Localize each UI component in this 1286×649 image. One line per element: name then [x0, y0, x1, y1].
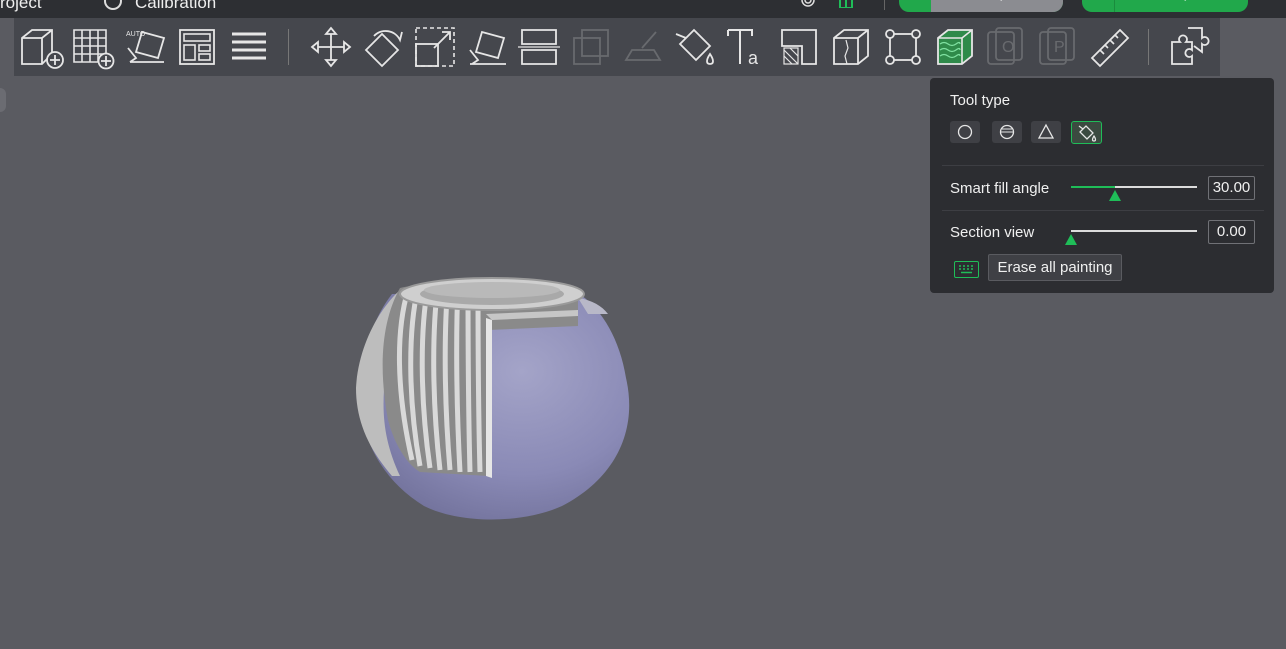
- arrange-icon: [179, 29, 215, 65]
- lay-on-face-icon: [469, 30, 506, 65]
- model-bowl[interactable]: [352, 270, 634, 526]
- svg-text:O: O: [1002, 39, 1014, 56]
- svg-text:P: P: [1054, 39, 1065, 56]
- brim-ears-button[interactable]: [828, 24, 874, 70]
- arrange-button[interactable]: [174, 24, 220, 70]
- toolbar-separator: [288, 29, 289, 65]
- object-p-icon: P: [1039, 27, 1075, 65]
- param-list-button[interactable]: P: [1036, 24, 1082, 70]
- seam-painting-button[interactable]: [620, 24, 666, 70]
- scale-icon: [415, 27, 455, 67]
- print-plate-label: Print plate: [1114, 0, 1249, 12]
- print-plate-button[interactable]: Print plate: [1082, 0, 1248, 12]
- assembly-icon: [885, 29, 921, 65]
- smart-fill-angle-label: Smart fill angle: [950, 180, 1050, 197]
- erase-all-painting-button[interactable]: Erase all painting: [988, 254, 1122, 281]
- section-view-label: Section view: [950, 224, 1035, 241]
- support-paint-icon: [573, 29, 609, 65]
- smart-fill-angle-slider[interactable]: [1071, 186, 1197, 201]
- keyboard-shortcut-icon[interactable]: [954, 261, 979, 278]
- support-painting-button[interactable]: [568, 24, 614, 70]
- measure-button[interactable]: [1088, 24, 1134, 70]
- slice-plate-button[interactable]: Slice plate: [899, 0, 1063, 12]
- move-icon: [310, 26, 352, 68]
- menu-project[interactable]: roject: [0, 0, 42, 13]
- tool-fill-button[interactable]: [1071, 121, 1102, 144]
- rotate-button[interactable]: [360, 24, 406, 70]
- tool-type-label: Tool type: [950, 92, 1011, 109]
- text-tool-button[interactable]: a: [724, 24, 770, 70]
- main-toolbar: AUTO a O P: [14, 18, 1220, 76]
- smart-fill-angle-fill: [1071, 186, 1115, 188]
- text-icon: a: [727, 29, 759, 68]
- sphere-icon: [999, 124, 1015, 140]
- auto-orient-button[interactable]: AUTO: [122, 24, 168, 70]
- ruler-icon: [1090, 28, 1130, 68]
- toolbar-separator: [1148, 29, 1149, 65]
- move-button[interactable]: [308, 24, 354, 70]
- scale-button[interactable]: [412, 24, 458, 70]
- smart-fill-angle-thumb[interactable]: [1109, 190, 1121, 201]
- paint-tool-panel: Tool type Smart fill angle 30.00 Section…: [930, 78, 1274, 293]
- fuzzy-skin-icon: [937, 29, 973, 65]
- connection-icon[interactable]: [800, 0, 816, 8]
- measure-area-button[interactable]: [776, 24, 822, 70]
- assemble-view-button[interactable]: [1166, 24, 1212, 70]
- rotate-icon: [364, 30, 403, 68]
- object-o-icon: O: [987, 27, 1023, 65]
- fill-bucket-icon: [1078, 125, 1096, 142]
- section-view-thumb[interactable]: [1065, 234, 1077, 245]
- cut-button[interactable]: [516, 24, 562, 70]
- grid-plate-icon: [73, 29, 115, 70]
- gear-icon: [104, 0, 122, 10]
- puzzle-icon: [1171, 27, 1210, 65]
- circle-icon: [957, 124, 973, 140]
- triangle-icon: [1037, 123, 1055, 139]
- add-object-button[interactable]: [18, 24, 64, 70]
- add-object-icon: [21, 29, 64, 69]
- corner-area-icon: [781, 29, 817, 65]
- seam-paint-icon: [624, 31, 662, 61]
- auto-orient-icon: AUTO: [126, 30, 166, 63]
- plate-icon[interactable]: [838, 0, 854, 8]
- split-layers-button[interactable]: [226, 24, 272, 70]
- cut-icon: [518, 29, 560, 65]
- cube-outline-icon: [833, 29, 869, 65]
- svg-text:a: a: [748, 48, 759, 68]
- layers-icon: [232, 32, 266, 60]
- top-menu-bar: roject Calibration Slice plate Print pla…: [0, 0, 1286, 18]
- variable-layer-button[interactable]: O: [984, 24, 1030, 70]
- lay-on-face-button[interactable]: [464, 24, 510, 70]
- paint-bucket-icon: [675, 28, 714, 65]
- smart-fill-angle-value[interactable]: 30.00: [1208, 176, 1255, 200]
- tool-triangle-button[interactable]: [1031, 121, 1061, 143]
- fuzzy-skin-button[interactable]: [932, 24, 978, 70]
- color-painting-button[interactable]: [672, 24, 718, 70]
- section-view-slider[interactable]: [1065, 230, 1197, 245]
- slice-plate-label: Slice plate: [931, 0, 1063, 12]
- topbar-divider: [884, 0, 885, 10]
- panel-divider: [942, 210, 1264, 211]
- assembly-button[interactable]: [880, 24, 926, 70]
- tool-circle-button[interactable]: [950, 121, 980, 143]
- section-view-value[interactable]: 0.00: [1208, 220, 1255, 244]
- viewport-edge-handle: [0, 88, 6, 112]
- menu-calibration[interactable]: Calibration: [135, 0, 216, 13]
- tool-sphere-button[interactable]: [992, 121, 1022, 143]
- panel-divider: [942, 165, 1264, 166]
- add-plate-button[interactable]: [70, 24, 116, 70]
